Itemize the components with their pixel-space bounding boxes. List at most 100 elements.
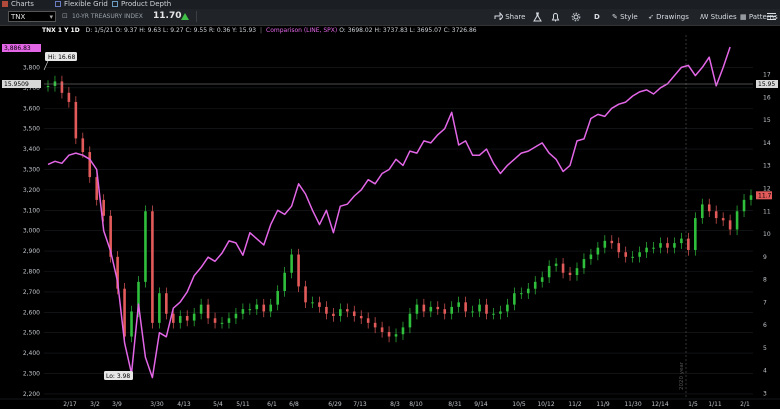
left-tick-label: 2,400 <box>23 350 40 357</box>
time-tick-label: 3/30 <box>150 401 164 408</box>
tnx-candle-body <box>603 240 607 248</box>
menu-icon[interactable] <box>767 12 776 21</box>
right-tick-label: 13 <box>763 163 771 170</box>
time-tick-label: 2/17 <box>63 401 77 408</box>
tnx-candle-body <box>540 277 544 282</box>
tnx-candle-body <box>151 211 154 323</box>
tnx-candle-body <box>387 331 391 337</box>
share-label: Share <box>505 13 526 21</box>
tnx-candle-body <box>659 243 662 248</box>
style-button[interactable]: ✎ Style <box>612 12 638 22</box>
tnx-candle-body <box>144 211 147 282</box>
hi-annotation-pointer <box>43 60 49 71</box>
chevron-down-icon[interactable]: ▾ <box>49 12 53 23</box>
flask-icon[interactable] <box>533 12 542 22</box>
style-icon: ✎ <box>612 13 618 21</box>
time-tick-label: 2/1 <box>740 401 750 408</box>
left-tick-label: 3,300 <box>23 166 40 173</box>
tnx-candle-body <box>304 286 307 303</box>
tnx-candle-body <box>749 195 753 200</box>
time-tick-label: 8/10 <box>409 401 423 408</box>
tab-product-depth[interactable]: Product Depth <box>112 0 171 9</box>
price-chart[interactable]: 3,8003,7003,6003,5003,4003,3003,2003,100… <box>0 26 780 409</box>
tnx-candle-body <box>241 309 245 314</box>
tnx-candle-body <box>415 304 419 314</box>
drawings-button[interactable]: ➶ Drawings <box>648 12 689 22</box>
chart-overlays: 3,886.83 15.9509 15.95 11.7 Hi: 16.68 Lo: 3.9… <box>2 44 778 380</box>
time-tick-label: 11/9 <box>596 401 610 408</box>
tnx-candle-body <box>450 306 454 314</box>
tnx-candle-body <box>67 92 71 102</box>
time-tick-label: 12/14 <box>651 401 668 408</box>
tnx-candle-body <box>74 101 78 139</box>
tnx-candle-body <box>227 318 231 323</box>
time-tick-label: 6/29 <box>328 401 342 408</box>
tab-charts-label: Charts <box>11 0 34 8</box>
tnx-candle-body <box>339 309 342 317</box>
tnx-candle-body <box>359 316 363 319</box>
time-tick-label: 8/3 <box>390 401 400 408</box>
tnx-candle-body <box>276 290 279 305</box>
legend-cmp-low: L: 3695.07 <box>409 27 442 34</box>
tnx-candle-body <box>192 313 196 321</box>
time-tick-label: 10/5 <box>512 401 526 408</box>
left-price-axis: 3,8003,7003,6003,5003,4003,3003,2003,100… <box>23 64 40 397</box>
info-icon[interactable]: ⊡ <box>62 12 68 20</box>
left-tick-label: 2,800 <box>23 268 40 275</box>
right-tick-label: 4 <box>763 368 767 375</box>
right-tick-label: 14 <box>763 140 771 147</box>
right-tick-label: 11 <box>763 208 771 215</box>
tnx-candle-body <box>283 272 286 291</box>
tnx-candle-body <box>617 243 621 253</box>
tnx-candle-body <box>680 238 683 244</box>
tnx-candle-body <box>666 243 669 248</box>
tnx-candles <box>46 75 753 343</box>
tnx-candle-body <box>165 293 168 314</box>
left-tick-label: 3,000 <box>23 228 40 235</box>
tab-flexible-grid[interactable]: Flexible Grid <box>55 0 108 9</box>
tnx-candle-body <box>436 306 440 310</box>
tab-product-depth-label: Product Depth <box>121 0 172 8</box>
studies-label: Studies <box>710 13 737 21</box>
tnx-candle-body <box>561 263 565 273</box>
time-tick-label: 6/8 <box>289 401 299 408</box>
gear-icon[interactable] <box>571 12 581 22</box>
tnx-candle-body <box>262 304 266 312</box>
tnx-candle-body <box>408 313 412 328</box>
tnx-candle-body <box>652 247 655 249</box>
tnx-candle-body <box>694 218 697 250</box>
tnx-candle-body <box>631 256 634 258</box>
legend-separator: | <box>260 27 263 34</box>
time-tick-label: 8/31 <box>448 401 462 408</box>
tnx-candle-body <box>88 152 92 178</box>
time-tick-label: 3/9 <box>112 401 122 408</box>
left-tick-label: 2,500 <box>23 330 40 337</box>
aggregation-period-button[interactable]: D <box>594 12 600 22</box>
legend-comparison: Comparison (LINE, SPX) <box>266 27 338 34</box>
tab-charts[interactable]: Charts <box>2 0 34 9</box>
left-tick-label: 2,900 <box>23 248 40 255</box>
bid-ask-area <box>196 11 221 22</box>
hi-annotation-text: Hi: 16.68 <box>48 54 75 61</box>
time-axis: 2/17 3/2 3/9 3/30 4/13 5/4 5/11 6/1 6/8 6/29 7/13 8… <box>0 398 780 408</box>
share-button[interactable]: Share <box>494 11 526 22</box>
left-tick-label: 3,600 <box>23 105 40 112</box>
right-tick-label: 17 <box>763 72 771 79</box>
tnx-candle-body <box>673 243 676 248</box>
tnx-candle-body <box>345 309 349 312</box>
legend-r: R: 0.36 <box>208 27 231 34</box>
studies-button[interactable]: ꟿ Studies <box>700 12 737 22</box>
tnx-candle-body <box>366 318 370 323</box>
bell-icon[interactable] <box>551 12 560 22</box>
time-tick-label: 6/1 <box>267 401 277 408</box>
studies-icon: ꟿ <box>700 13 709 21</box>
tnx-candle-body <box>297 254 300 287</box>
right-tick-label: 3 <box>763 390 767 397</box>
legend-date: D: 1/5/21 <box>85 27 114 34</box>
chart-bars-icon <box>2 1 8 7</box>
tnx-candle-body <box>700 204 704 219</box>
lo-annotation-text: Lo: 3.98 <box>106 373 130 380</box>
symbol-input[interactable]: TNX ▾ <box>8 11 56 22</box>
tnx-candle-body <box>485 304 488 314</box>
left-tick-label: 3,100 <box>23 207 40 214</box>
